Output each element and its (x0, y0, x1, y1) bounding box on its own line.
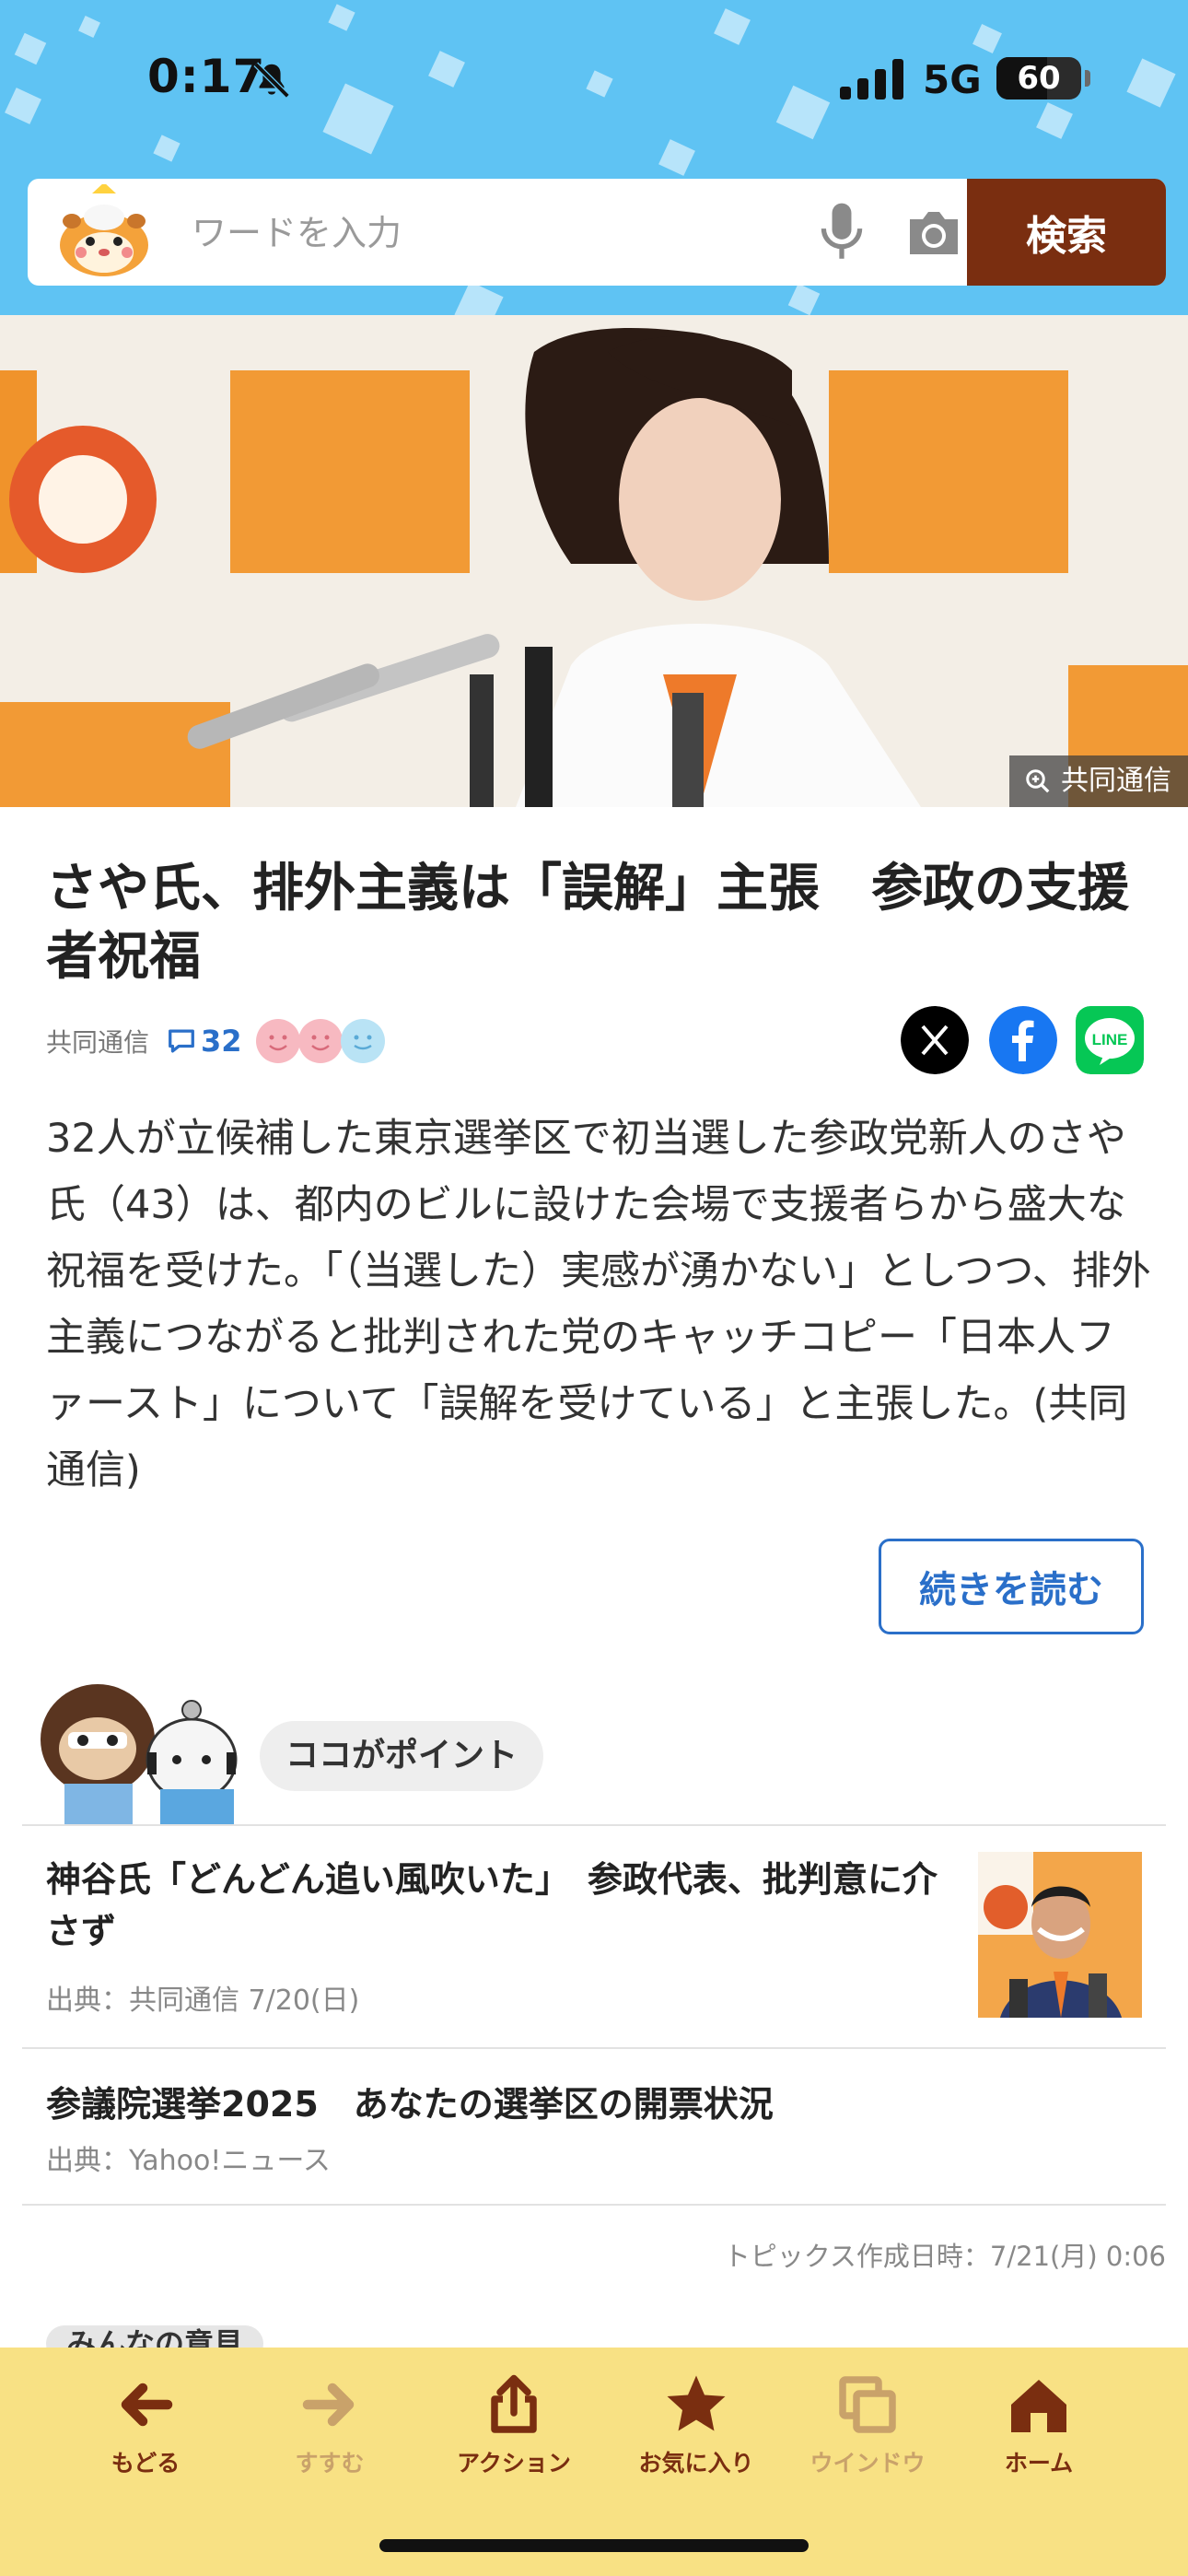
battery-level: 60 (1017, 60, 1061, 97)
confetti-decoration (586, 70, 613, 98)
happy-face-icon (297, 1019, 343, 1063)
search-bar: 検索 (28, 179, 1166, 286)
topics-created-date: トピックス作成日時：7/21(月) 0:06 (723, 2241, 1166, 2272)
speaker-photo (978, 1852, 1142, 2018)
share-line-icon[interactable]: LINE (1076, 1006, 1144, 1074)
confetti-decoration (1126, 58, 1176, 108)
related-news-title[interactable]: 神谷氏「どんどん追い風吹いた」 参政代表、批判意に介さず (46, 1854, 949, 1957)
comment-icon[interactable] (166, 1027, 197, 1055)
status-time: 0:17 (147, 50, 266, 103)
svg-text:LINE: LINE (1092, 1031, 1128, 1048)
article-summary: 32人が立候補した東京選挙区で初当選した参政党新人のさや氏（43）は、都内のビル… (46, 1116, 1151, 1493)
confetti-decoration (322, 83, 394, 155)
point-section-label: ココがポイント (260, 1721, 544, 1791)
reading-mascots-icon (41, 1684, 238, 1824)
confetti-decoration (775, 85, 831, 140)
confetti-decoration (153, 135, 181, 162)
star-icon (667, 2375, 726, 2431)
camera-icon[interactable] (904, 206, 963, 258)
toolbar-action-button[interactable]: アクション (449, 2371, 578, 2491)
cellular-signal-icon (840, 59, 903, 100)
article-hero-image[interactable]: 共同通信 (0, 315, 1188, 807)
search-button[interactable]: 検索 (967, 179, 1166, 286)
search-input[interactable] (190, 199, 783, 267)
toolbar-label: アクション (457, 2450, 571, 2476)
toolbar-back-button[interactable]: もどる (81, 2371, 210, 2491)
confetti-decoration (328, 4, 355, 31)
neutral-face-icon (340, 1019, 385, 1063)
confetti-decoration (454, 281, 504, 315)
divider (22, 1824, 1166, 1826)
battery-indicator: 60 (996, 57, 1081, 100)
related-news-meta: 出典：共同通信 7/20(日) (46, 1985, 360, 2017)
toolbar-label: もどる (111, 2450, 181, 2476)
toolbar-forward-button[interactable]: すすむ (265, 2371, 394, 2491)
related-news-meta: 出典：Yahoo!ニュース (46, 2145, 331, 2177)
bell-muted-icon (253, 62, 290, 99)
microphone-icon[interactable] (812, 201, 871, 263)
share-facebook-icon[interactable] (989, 1006, 1057, 1074)
toolbar-favorite-button[interactable]: お気に入り (632, 2371, 761, 2491)
toolbar-label: ホーム (1004, 2450, 1074, 2476)
confetti-decoration (14, 32, 47, 65)
network-type: 5G (923, 57, 982, 102)
guinea-pig-mascot-icon (60, 184, 148, 276)
windows-icon (839, 2376, 896, 2433)
confetti-decoration (787, 283, 821, 315)
happy-face-icon (255, 1019, 300, 1063)
comment-count[interactable]: 32 (201, 1024, 242, 1059)
battery-tip (1085, 70, 1090, 87)
toolbar-home-button[interactable]: ホーム (974, 2371, 1103, 2491)
toolbar-window-button[interactable]: ウインドウ (803, 2371, 932, 2491)
toolbar-label: お気に入り (638, 2450, 754, 2476)
press-conference-photo (0, 315, 1188, 807)
share-x-icon[interactable] (901, 1006, 969, 1074)
reaction-faces[interactable] (255, 1018, 386, 1064)
confetti-decoration (1036, 102, 1073, 139)
read-more-button[interactable]: 続きを読む (879, 1539, 1144, 1634)
forward-arrow-icon (302, 2383, 355, 2427)
back-arrow-icon (121, 2383, 173, 2427)
article-title: さや氏、排外主義は「誤解」主張 参政の支援者祝福 (46, 859, 1129, 987)
article-source: 共同通信 (46, 1027, 150, 1058)
header: 0:17 5G 60 ワードを入力 検索 (0, 0, 1188, 315)
home-indicator (379, 2539, 809, 2552)
confetti-decoration (428, 51, 465, 88)
photo-credit-text: 共同通信 (1061, 765, 1171, 797)
zoom-icon (1026, 769, 1050, 793)
confetti-decoration (973, 24, 1002, 53)
article-meta: 共同通信 32 (46, 1013, 386, 1069)
confetti-decoration (5, 88, 41, 124)
confetti-decoration (658, 139, 695, 176)
confetti-decoration (78, 16, 100, 38)
toolbar-label: ウインドウ (809, 2450, 926, 2476)
divider (22, 2047, 1166, 2049)
toolbar-label: すすむ (295, 2450, 365, 2476)
related-news-thumbnail[interactable] (978, 1852, 1142, 2018)
share-icon (491, 2374, 537, 2433)
related-news-title[interactable]: 参議院選挙2025 あなたの選挙区の開票状況 (46, 2078, 1133, 2130)
home-icon (1011, 2380, 1066, 2432)
confetti-decoration (714, 8, 751, 45)
photo-credit[interactable]: 共同通信 (1009, 755, 1188, 807)
divider (22, 2204, 1166, 2206)
